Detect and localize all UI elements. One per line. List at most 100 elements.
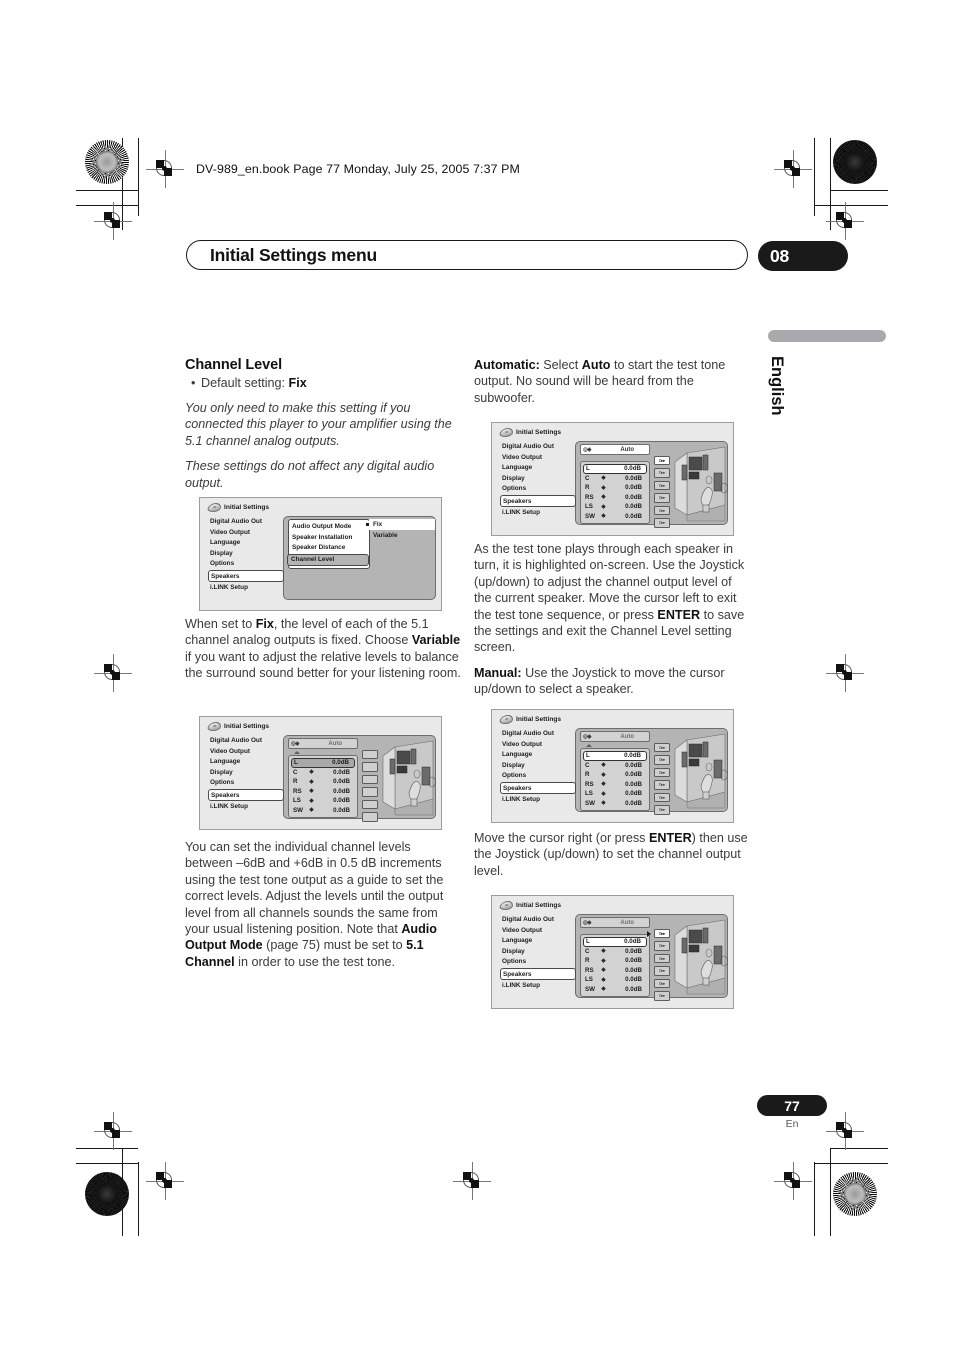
meter-button-5[interactable]	[362, 799, 378, 810]
osd-nav-item-language[interactable]: Language	[208, 538, 284, 549]
osd-nav-item-video-output[interactable]: Video Output	[208, 747, 284, 758]
meter-button-3[interactable]: 0▸▸	[654, 767, 670, 778]
osd-auto-test-tone-row[interactable]: ◎◆ Auto	[580, 731, 650, 742]
registration-mark-top-right	[774, 150, 812, 188]
osd-submenu-item-audio-output-mode[interactable]: Audio Output Mode	[289, 522, 369, 533]
osd-nav-item-speakers[interactable]: Speakers	[500, 782, 576, 794]
osd-level-row-ls[interactable]: LS ◆ 0.0dB	[583, 789, 647, 798]
channel-value-rs: 0.0dB	[625, 780, 642, 788]
osd-nav-item-options[interactable]: Options	[500, 771, 576, 782]
osd-level-row-r[interactable]: R ◆ 0.0dB	[291, 777, 355, 786]
osd-nav-item-digital-audio-out[interactable]: Digital Audio Out	[208, 736, 284, 747]
osd-nav-item-display[interactable]: Display	[208, 549, 284, 560]
osd-level-row-sw[interactable]: SW ◆ 0.0dB	[583, 984, 647, 993]
osd-nav-item-ilink-setup[interactable]: i.LINK Setup	[500, 981, 576, 992]
meter-button-1[interactable]	[362, 750, 378, 760]
meter-button-4[interactable]: 0▸▸	[654, 780, 670, 790]
meter-button-3[interactable]: 0▸▸	[654, 953, 670, 964]
osd-level-row-rs[interactable]: RS ◆ 0.0dB	[583, 493, 647, 502]
osd-level-row-l[interactable]: L 0.0dB	[291, 758, 355, 768]
left-text-column-2: When set to Fix, the level of each of th…	[185, 616, 461, 691]
osd-submenu-item-speaker-installation[interactable]: Speaker Installation	[289, 533, 369, 544]
meter-button-1[interactable]: 0▸▸	[654, 929, 670, 939]
osd-nav-item-options[interactable]: Options	[208, 778, 284, 789]
meter-button-5[interactable]: 0▸▸	[654, 505, 670, 516]
osd-level-row-rs[interactable]: RS ◆ 0.0dB	[583, 780, 647, 789]
osd-nav-item-display[interactable]: Display	[208, 768, 284, 779]
osd-nav-item-digital-audio-out[interactable]: Digital Audio Out	[500, 729, 576, 740]
osd-level-row-c[interactable]: C ◆ 0.0dB	[583, 761, 647, 770]
osd-nav-item-display[interactable]: Display	[500, 761, 576, 772]
osd-level-row-l[interactable]: L 0.0dB	[583, 751, 647, 761]
osd-nav-item-video-output[interactable]: Video Output	[208, 528, 284, 539]
meter-button-6[interactable]: 0▸▸	[654, 805, 670, 815]
osd-auto-test-tone-row[interactable]: ◎◆ Auto	[288, 738, 358, 749]
osd-level-row-c[interactable]: C ◆ 0.0dB	[583, 474, 647, 483]
osd-option-fix[interactable]: Fix	[366, 519, 435, 530]
meter-button-1[interactable]: 0▸▸	[654, 743, 670, 753]
osd-level-row-c[interactable]: C ◆ 0.0dB	[291, 768, 355, 777]
osd-level-row-sw[interactable]: SW ◆ 0.0dB	[583, 511, 647, 520]
osd-level-row-l[interactable]: L 0.0dB	[583, 937, 647, 947]
osd-auto-test-tone-row[interactable]: ◎◆ Auto	[580, 917, 650, 928]
osd-nav-item-language[interactable]: Language	[500, 750, 576, 761]
paragraph-fix-variable: When set to Fix, the level of each of th…	[185, 616, 461, 682]
meter-button-5[interactable]: 0▸▸	[654, 978, 670, 989]
meter-button-2[interactable]: 0▸▸	[654, 755, 670, 765]
osd-bottom-padding	[492, 1001, 733, 1008]
osd-level-row-r[interactable]: R ◆ 0.0dB	[583, 956, 647, 965]
osd-nav-item-ilink-setup[interactable]: i.LINK Setup	[208, 802, 284, 813]
osd-level-row-sw[interactable]: SW ◆ 0.0dB	[583, 798, 647, 807]
osd-level-row-ls[interactable]: LS ◆ 0.0dB	[583, 502, 647, 511]
meter-button-6[interactable]: 0▸▸	[654, 991, 670, 1001]
meter-button-4[interactable]	[362, 787, 378, 797]
osd-nav-item-options[interactable]: Options	[500, 484, 576, 495]
meter-button-6[interactable]: 0▸▸	[654, 518, 670, 528]
osd-nav-item-options[interactable]: Options	[500, 957, 576, 968]
osd-nav-item-ilink-setup[interactable]: i.LINK Setup	[208, 583, 284, 594]
osd-nav-item-ilink-setup[interactable]: i.LINK Setup	[500, 508, 576, 519]
paragraph-automatic-bold-auto: Auto	[581, 358, 611, 372]
meter-button-5[interactable]: 0▸▸	[654, 792, 670, 803]
meter-button-4[interactable]: 0▸▸	[654, 493, 670, 503]
osd-level-row-ls[interactable]: LS ◆ 0.0dB	[583, 975, 647, 984]
osd-nav-item-display[interactable]: Display	[500, 474, 576, 485]
meter-button-2[interactable]	[362, 762, 378, 772]
osd-level-row-rs[interactable]: RS ◆ 0.0dB	[291, 787, 355, 796]
osd-level-row-l[interactable]: L 0.0dB	[583, 464, 647, 474]
osd-nav-item-display[interactable]: Display	[500, 947, 576, 958]
osd-option-variable[interactable]: Variable	[369, 530, 435, 541]
osd-nav-item-language[interactable]: Language	[208, 757, 284, 768]
osd-nav-item-digital-audio-out[interactable]: Digital Audio Out	[500, 442, 576, 453]
osd-nav-item-language[interactable]: Language	[500, 936, 576, 947]
osd-nav-item-ilink-setup[interactable]: i.LINK Setup	[500, 795, 576, 806]
meter-button-2[interactable]: 0▸▸	[654, 468, 670, 478]
osd-nav-item-speakers[interactable]: Speakers	[500, 495, 576, 507]
osd-auto-test-tone-row[interactable]: ◎◆ Auto	[580, 444, 650, 455]
meter-button-3[interactable]: 0▸▸	[654, 480, 670, 491]
osd-nav-item-digital-audio-out[interactable]: Digital Audio Out	[208, 517, 284, 528]
osd-nav-item-digital-audio-out[interactable]: Digital Audio Out	[500, 915, 576, 926]
meter-button-6[interactable]	[362, 812, 378, 822]
osd-nav-item-speakers[interactable]: Speakers	[500, 968, 576, 980]
channel-updown-icon-ls: ◆	[601, 503, 606, 510]
meter-button-3[interactable]	[362, 774, 378, 785]
osd-nav-item-speakers[interactable]: Speakers	[208, 789, 284, 801]
osd-submenu-item-channel-level[interactable]: Channel Level	[287, 553, 369, 566]
meter-button-4[interactable]: 0▸▸	[654, 966, 670, 976]
meter-button-1[interactable]: 0▸▸	[654, 456, 670, 466]
osd-nav-item-options[interactable]: Options	[208, 559, 284, 570]
osd-level-row-r[interactable]: R ◆ 0.0dB	[583, 483, 647, 492]
osd-nav-item-video-output[interactable]: Video Output	[500, 926, 576, 937]
osd-submenu-item-speaker-distance[interactable]: Speaker Distance	[289, 543, 369, 554]
osd-level-row-c[interactable]: C ◆ 0.0dB	[583, 947, 647, 956]
osd-nav-item-video-output[interactable]: Video Output	[500, 740, 576, 751]
osd-level-row-sw[interactable]: SW ◆ 0.0dB	[291, 805, 355, 814]
osd-level-row-r[interactable]: R ◆ 0.0dB	[583, 770, 647, 779]
osd-nav-item-speakers[interactable]: Speakers	[208, 570, 284, 582]
meter-button-2[interactable]: 0▸▸	[654, 941, 670, 951]
osd-level-row-rs[interactable]: RS ◆ 0.0dB	[583, 966, 647, 975]
osd-level-row-ls[interactable]: LS ◆ 0.0dB	[291, 796, 355, 805]
osd-nav-item-language[interactable]: Language	[500, 463, 576, 474]
osd-nav-item-video-output[interactable]: Video Output	[500, 453, 576, 464]
